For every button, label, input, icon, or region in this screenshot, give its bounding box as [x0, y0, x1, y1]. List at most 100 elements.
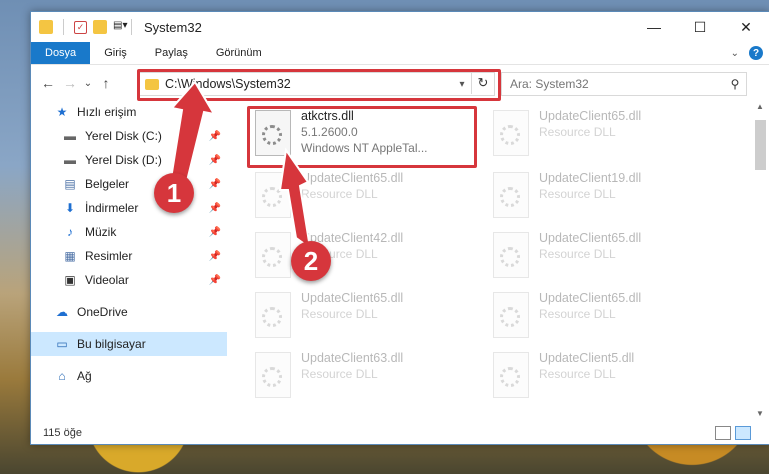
step1-badge: 1 — [154, 173, 194, 213]
close-button[interactable]: ✕ — [723, 12, 769, 42]
tiles-view-icon[interactable] — [735, 426, 751, 440]
sidebar-item-videos[interactable]: ▣ Videolar 📌 — [31, 268, 227, 292]
properties-icon[interactable]: ✓ — [74, 20, 87, 34]
vertical-scrollbar[interactable]: ▲ ▼ — [752, 100, 769, 420]
file-tile[interactable]: UpdateClient65.dll Resource DLL — [481, 106, 711, 162]
gear-icon — [262, 247, 282, 267]
sidebar-item-label: Müzik — [85, 225, 117, 239]
file-name: UpdateClient19.dll — [539, 171, 642, 185]
sidebar-item-music[interactable]: ♪ Müzik 📌 — [31, 220, 227, 244]
sidebar-item-disk-d[interactable]: ▬ Yerel Disk (D:) 📌 — [31, 148, 227, 172]
file-name: UpdateClient63.dll — [301, 351, 404, 365]
pin-icon: 📌 — [208, 226, 221, 238]
sidebar-item-label: Ağ — [77, 369, 92, 383]
chevron-down-icon[interactable]: ⌄ — [731, 48, 739, 59]
file-name: UpdateClient65.dll — [539, 291, 642, 305]
pin-icon: 📌 — [208, 250, 221, 262]
scroll-down-icon[interactable]: ▼ — [756, 409, 764, 418]
file-description: Resource DLL — [301, 307, 378, 321]
back-button[interactable]: ← — [37, 75, 59, 91]
sidebar-item-quick-access[interactable]: ★ Hızlı erişim — [31, 100, 227, 124]
status-bar: 115 öğe — [31, 422, 769, 444]
file-tile[interactable]: UpdateClient65.dll Resource DLL — [481, 228, 711, 284]
navigation-pane: ★ Hızlı erişim ▬ Yerel Disk (C:) 📌 ▬ Yer… — [31, 100, 227, 420]
gear-icon — [500, 125, 520, 145]
minimize-button[interactable]: — — [631, 12, 677, 42]
scroll-up-icon[interactable]: ▲ — [756, 102, 764, 111]
sidebar-item-label: İndirmeler — [85, 201, 139, 215]
address-bar-highlight — [137, 69, 501, 101]
sidebar-item-downloads[interactable]: ⬇ İndirmeler 📌 — [31, 196, 227, 220]
sidebar-item-documents[interactable]: ▤ Belgeler 📌 — [31, 172, 227, 196]
file-tile[interactable]: UpdateClient5.dll Resource DLL — [481, 348, 711, 404]
file-highlight — [247, 106, 477, 168]
sidebar-item-label: Yerel Disk (C:) — [85, 129, 162, 143]
file-description: Resource DLL — [539, 125, 616, 139]
forward-button[interactable]: → — [59, 75, 81, 91]
file-tile[interactable]: UpdateClient65.dll Resource DLL — [243, 288, 473, 344]
file-name: UpdateClient65.dll — [301, 171, 404, 185]
tab-home[interactable]: Giriş — [90, 42, 141, 64]
gear-icon — [262, 367, 282, 387]
computer-icon: ▭ — [56, 337, 68, 351]
drive-icon: ▬ — [64, 129, 76, 143]
file-tile[interactable]: UpdateClient19.dll Resource DLL — [481, 168, 711, 224]
sidebar-item-pictures[interactable]: ▦ Resimler 📌 — [31, 244, 227, 268]
item-count: 115 öğe — [43, 427, 82, 439]
search-box[interactable]: ⚲ — [501, 72, 747, 96]
file-tile[interactable]: UpdateClient42.dll Resource DLL — [243, 228, 473, 284]
explorer-window: ✓ ▤▾ System32 — ☐ ✕ Dosya Giriş Paylaş G… — [30, 11, 769, 445]
pin-icon: 📌 — [208, 154, 221, 166]
step2-badge: 2 — [291, 241, 331, 281]
file-name: UpdateClient65.dll — [539, 109, 642, 123]
file-tile[interactable]: UpdateClient63.dll Resource DLL — [243, 348, 473, 404]
tab-file[interactable]: Dosya — [31, 42, 91, 64]
tab-share[interactable]: Paylaş — [141, 42, 202, 64]
search-icon[interactable]: ⚲ — [724, 77, 746, 91]
up-button[interactable]: ↑ — [95, 75, 117, 91]
ribbon-right: ⌄ ? — [731, 42, 769, 64]
sidebar-item-label: Hızlı erişim — [77, 105, 137, 119]
help-icon[interactable]: ? — [749, 46, 763, 60]
recent-locations-button[interactable]: ⌄ — [81, 78, 95, 89]
dll-file-icon — [493, 172, 529, 218]
pin-icon: 📌 — [208, 202, 221, 214]
documents-icon: ▤ — [64, 177, 76, 191]
file-tile[interactable]: UpdateClient65.dll Resource DLL — [481, 288, 711, 344]
downloads-icon: ⬇ — [64, 201, 76, 215]
dll-file-icon — [255, 172, 291, 218]
sidebar-item-label: Resimler — [85, 249, 133, 263]
scrollbar-thumb[interactable] — [755, 120, 766, 170]
file-name: UpdateClient65.dll — [301, 291, 404, 305]
file-description: Resource DLL — [539, 187, 616, 201]
customize-icon[interactable]: ▤▾ — [113, 20, 127, 34]
file-description: Resource DLL — [539, 247, 616, 261]
maximize-button[interactable]: ☐ — [677, 12, 723, 42]
file-tile[interactable]: UpdateClient65.dll Resource DLL — [243, 168, 473, 224]
file-description: Resource DLL — [539, 367, 616, 381]
drive-icon: ▬ — [64, 153, 76, 167]
gear-icon — [500, 187, 520, 207]
pin-icon: 📌 — [208, 178, 221, 190]
search-input[interactable] — [502, 76, 724, 92]
new-folder-icon[interactable] — [93, 20, 107, 34]
window-controls: — ☐ ✕ — [631, 12, 769, 42]
cloud-icon: ☁ — [56, 305, 68, 319]
dll-file-icon — [493, 110, 529, 156]
tab-view[interactable]: Görünüm — [202, 42, 276, 64]
sidebar-item-label: Belgeler — [85, 177, 130, 191]
file-description: Resource DLL — [539, 307, 616, 321]
music-icon: ♪ — [67, 225, 73, 239]
sidebar-item-disk-c[interactable]: ▬ Yerel Disk (C:) 📌 — [31, 124, 227, 148]
dll-file-icon — [255, 232, 291, 278]
sidebar-item-onedrive[interactable]: ☁ OneDrive — [31, 300, 227, 324]
pin-icon: 📌 — [208, 274, 221, 286]
title-bar: ✓ ▤▾ System32 — ☐ ✕ — [31, 12, 769, 42]
sidebar-item-this-pc[interactable]: ▭ Bu bilgisayar — [31, 332, 227, 356]
gear-icon — [500, 367, 520, 387]
details-view-icon[interactable] — [715, 426, 731, 440]
dll-file-icon — [255, 352, 291, 398]
sidebar-item-label: Bu bilgisayar — [77, 337, 146, 351]
sidebar-item-network[interactable]: ⌂ Ağ — [31, 364, 227, 388]
gear-icon — [500, 247, 520, 267]
